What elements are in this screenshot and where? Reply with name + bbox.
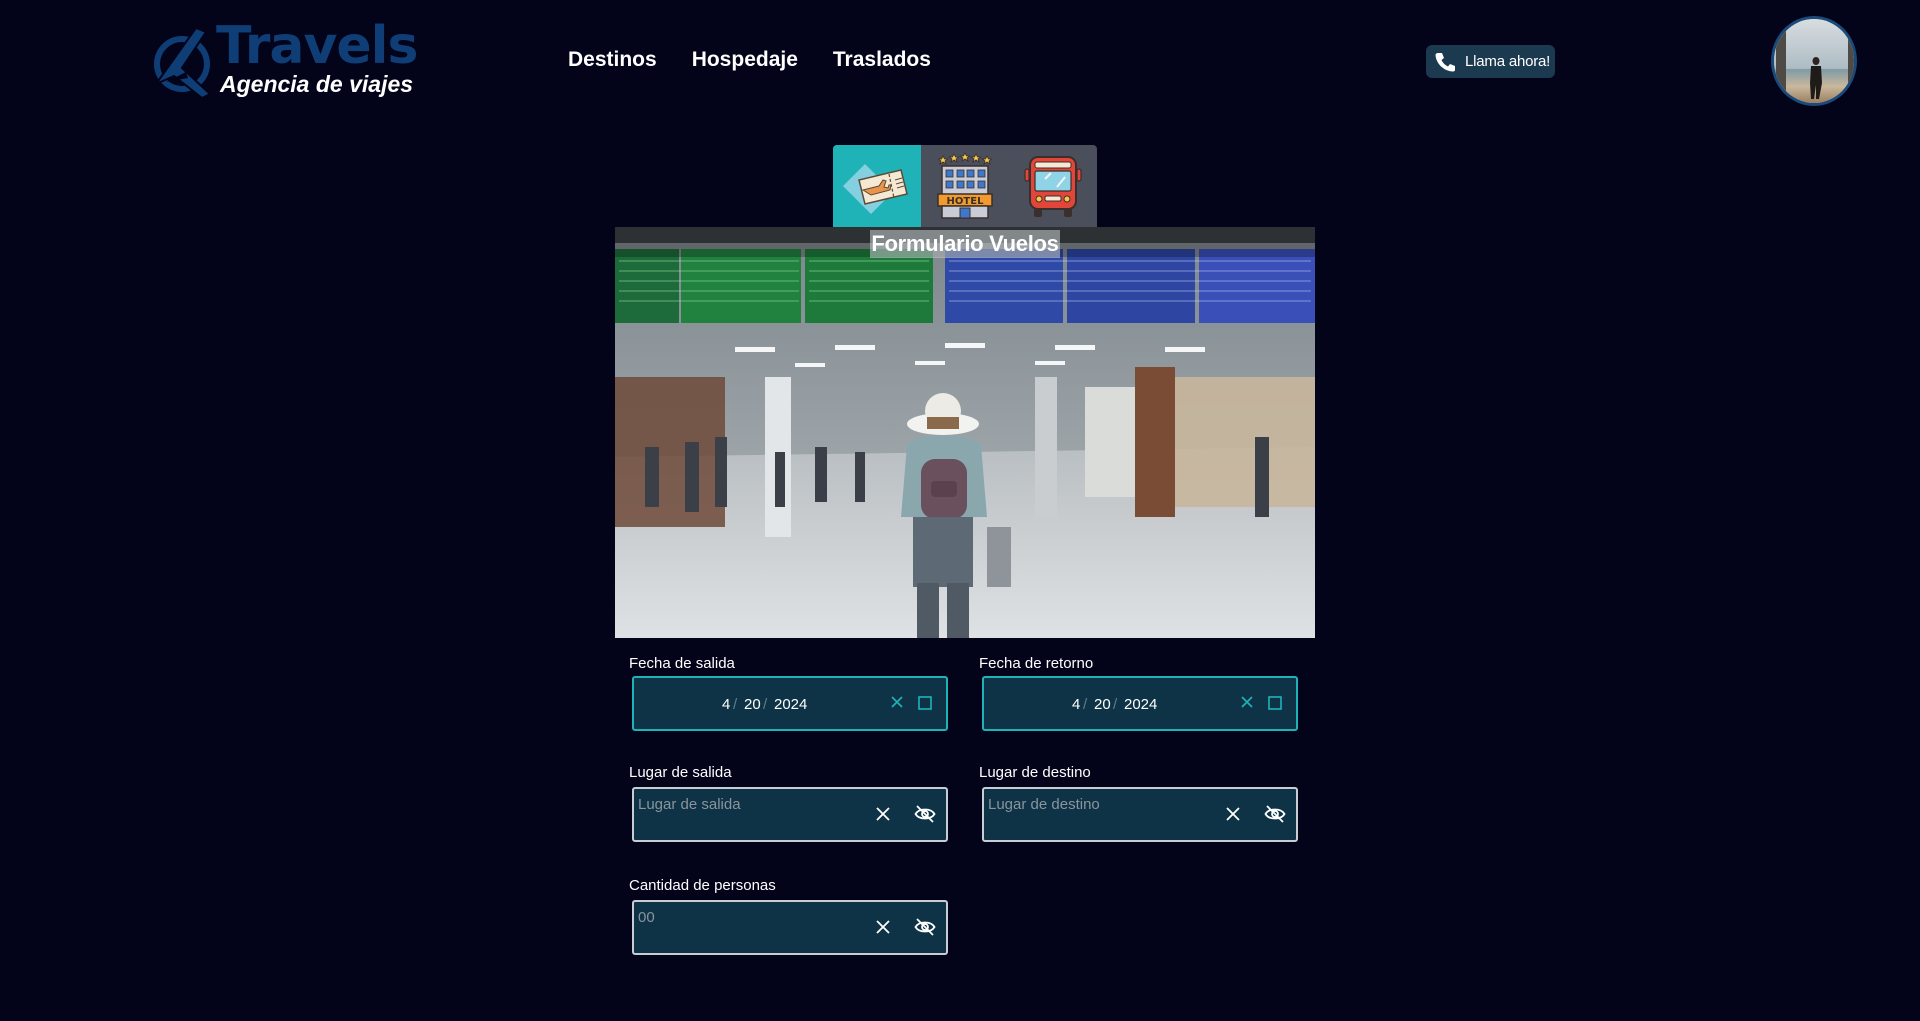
calendar-icon[interactable] (1267, 695, 1283, 711)
date-separator: / (733, 696, 738, 713)
eye-off-icon[interactable] (914, 804, 936, 824)
date-separator: / (1113, 696, 1118, 713)
people-count-field (632, 900, 948, 955)
close-icon[interactable] (1224, 805, 1242, 823)
destination-place-input[interactable] (988, 793, 1218, 815)
people-count-label: Cantidad de personas (629, 877, 776, 894)
call-now-label: Llama ahora! (1465, 53, 1551, 70)
plane-logo-icon (153, 26, 212, 100)
tab-hotel[interactable]: HOTEL (921, 145, 1009, 227)
eye-off-icon[interactable] (914, 917, 936, 937)
date-separator: / (763, 696, 768, 713)
departure-place-field (632, 787, 948, 842)
departure-date-month[interactable]: 4 (722, 696, 730, 713)
return-date-field[interactable]: 4 / 20 / 2024 (982, 676, 1298, 731)
nav-traslados[interactable]: Traslados (833, 48, 931, 72)
flight-ticket-icon (843, 164, 908, 214)
avatar-photo (1774, 19, 1854, 103)
tab-flights[interactable] (833, 145, 921, 227)
departure-place-label: Lugar de salida (629, 764, 732, 781)
hero-title: Formulario Vuelos (870, 230, 1060, 258)
return-date-month[interactable]: 4 (1072, 696, 1080, 713)
header: Travels Agencia de viajes Destinos Hospe… (0, 0, 1920, 120)
nav-destinos[interactable]: Destinos (568, 48, 657, 72)
return-date-year[interactable]: 2024 (1124, 696, 1157, 713)
airport-photo (615, 227, 1315, 638)
avatar[interactable] (1771, 16, 1857, 106)
main-nav: Destinos Hospedaje Traslados (568, 48, 931, 72)
departure-date-day[interactable]: 20 (744, 696, 761, 713)
eye-off-icon[interactable] (1264, 804, 1286, 824)
return-date-label: Fecha de retorno (979, 655, 1094, 672)
close-icon[interactable] (874, 805, 892, 823)
departure-date-label: Fecha de salida (629, 655, 735, 672)
brand-subtitle: Agencia de viajes (220, 71, 414, 97)
calendar-icon[interactable] (917, 695, 933, 711)
hotel-icon: HOTEL (937, 152, 993, 219)
brand-logo[interactable]: Travels Agencia de viajes (152, 16, 418, 102)
destination-place-field (982, 787, 1298, 842)
departure-place-input[interactable] (638, 793, 868, 815)
hero-image: Formulario Vuelos (615, 227, 1315, 638)
brand-title: Travels (216, 16, 418, 76)
hero-title-wrap: Formulario Vuelos (615, 230, 1315, 258)
tab-bus[interactable] (1009, 145, 1097, 227)
bus-icon (1024, 156, 1082, 217)
people-count-input[interactable] (638, 906, 868, 928)
departure-date-field[interactable]: 4 / 20 / 2024 (632, 676, 948, 731)
destination-place-label: Lugar de destino (979, 764, 1091, 781)
return-date-day[interactable]: 20 (1094, 696, 1111, 713)
phone-icon (1435, 52, 1455, 71)
departure-date-year[interactable]: 2024 (774, 696, 807, 713)
nav-hospedaje[interactable]: Hospedaje (692, 48, 798, 72)
close-icon[interactable] (889, 694, 905, 710)
call-now-button[interactable]: Llama ahora! (1426, 45, 1555, 78)
date-separator: / (1083, 696, 1088, 713)
close-icon[interactable] (874, 918, 892, 936)
close-icon[interactable] (1239, 694, 1255, 710)
service-tabs: HOTEL (833, 145, 1097, 227)
